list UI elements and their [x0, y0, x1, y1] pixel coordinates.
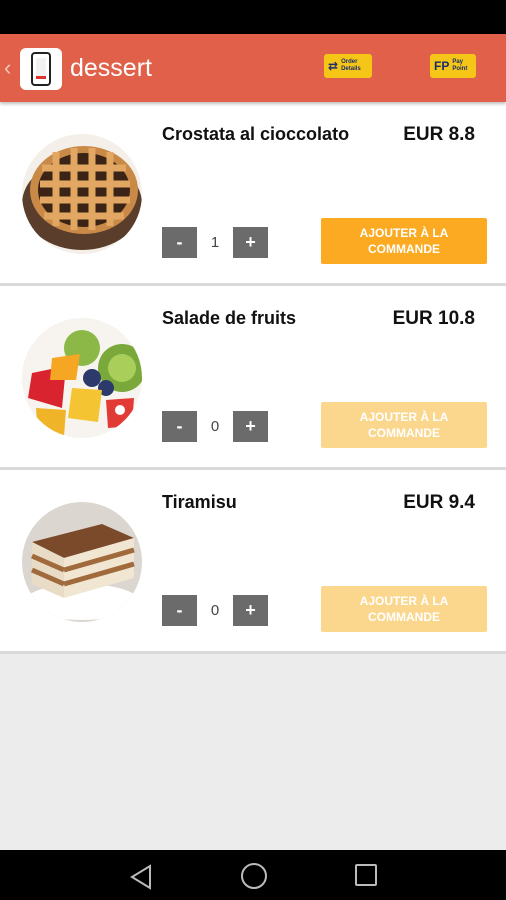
- decrease-button[interactable]: -: [162, 594, 197, 626]
- crostata-image: [22, 134, 142, 254]
- back-icon[interactable]: [128, 864, 154, 890]
- list-item: Crostata al cioccolato EUR 8.8 - 1 + AJO…: [0, 102, 506, 286]
- decrease-button[interactable]: -: [162, 226, 197, 258]
- decrease-button[interactable]: -: [162, 410, 197, 442]
- add-to-order-button[interactable]: AJOUTER À LA COMMANDE: [321, 402, 487, 448]
- order-badge-line2: Details: [341, 66, 361, 72]
- quantity-value: 0: [210, 601, 220, 619]
- item-price: EUR 10.8: [392, 308, 475, 329]
- pay-point-icon: FP: [434, 59, 450, 73]
- home-icon[interactable]: [241, 863, 267, 889]
- app-bar: ‹ dessert ⇄ Order Details FP Pay Point: [0, 34, 506, 102]
- quantity-stepper: - 1 +: [162, 226, 268, 258]
- increase-button[interactable]: +: [233, 226, 268, 258]
- recent-apps-icon[interactable]: [355, 864, 377, 886]
- pay-point-button[interactable]: FP Pay Point: [430, 54, 476, 78]
- order-details-button[interactable]: ⇄ Order Details: [324, 54, 372, 78]
- phone-icon: [31, 52, 51, 86]
- add-to-order-button[interactable]: AJOUTER À LA COMMANDE: [321, 218, 487, 264]
- order-icon: ⇄: [328, 59, 339, 73]
- item-price: EUR 8.8: [403, 124, 475, 145]
- item-name: Crostata al cioccolato: [162, 124, 350, 144]
- increase-button[interactable]: +: [233, 410, 268, 442]
- tiramisu-image: [22, 502, 142, 622]
- app-logo[interactable]: [20, 48, 62, 90]
- page-title: dessert: [70, 54, 152, 82]
- increase-button[interactable]: +: [233, 594, 268, 626]
- pay-badge-line1: Pay: [452, 59, 464, 65]
- quantity-stepper: - 0 +: [162, 410, 268, 442]
- order-badge-line1: Order: [341, 59, 358, 65]
- add-to-order-button[interactable]: AJOUTER À LA COMMANDE: [321, 586, 487, 632]
- fruit-salad-image: [22, 318, 142, 438]
- item-name: Salade de fruits: [162, 308, 297, 328]
- list-item: Salade de fruits EUR 10.8 - 0 + AJOUTER …: [0, 286, 506, 470]
- back-chevron-icon[interactable]: ‹: [4, 56, 16, 80]
- list-item: Tiramisu EUR 9.4 - 0 + AJOUTER À LA COMM…: [0, 470, 506, 654]
- quantity-stepper: - 0 +: [162, 594, 268, 626]
- item-name: Tiramisu: [162, 492, 237, 512]
- status-bar: [0, 0, 506, 34]
- dessert-list: Crostata al cioccolato EUR 8.8 - 1 + AJO…: [0, 102, 506, 654]
- pay-badge-line2: Point: [452, 66, 468, 72]
- item-price: EUR 9.4: [403, 492, 475, 513]
- quantity-value: 1: [210, 233, 220, 251]
- system-nav-bar: [0, 850, 506, 900]
- quantity-value: 0: [210, 417, 220, 435]
